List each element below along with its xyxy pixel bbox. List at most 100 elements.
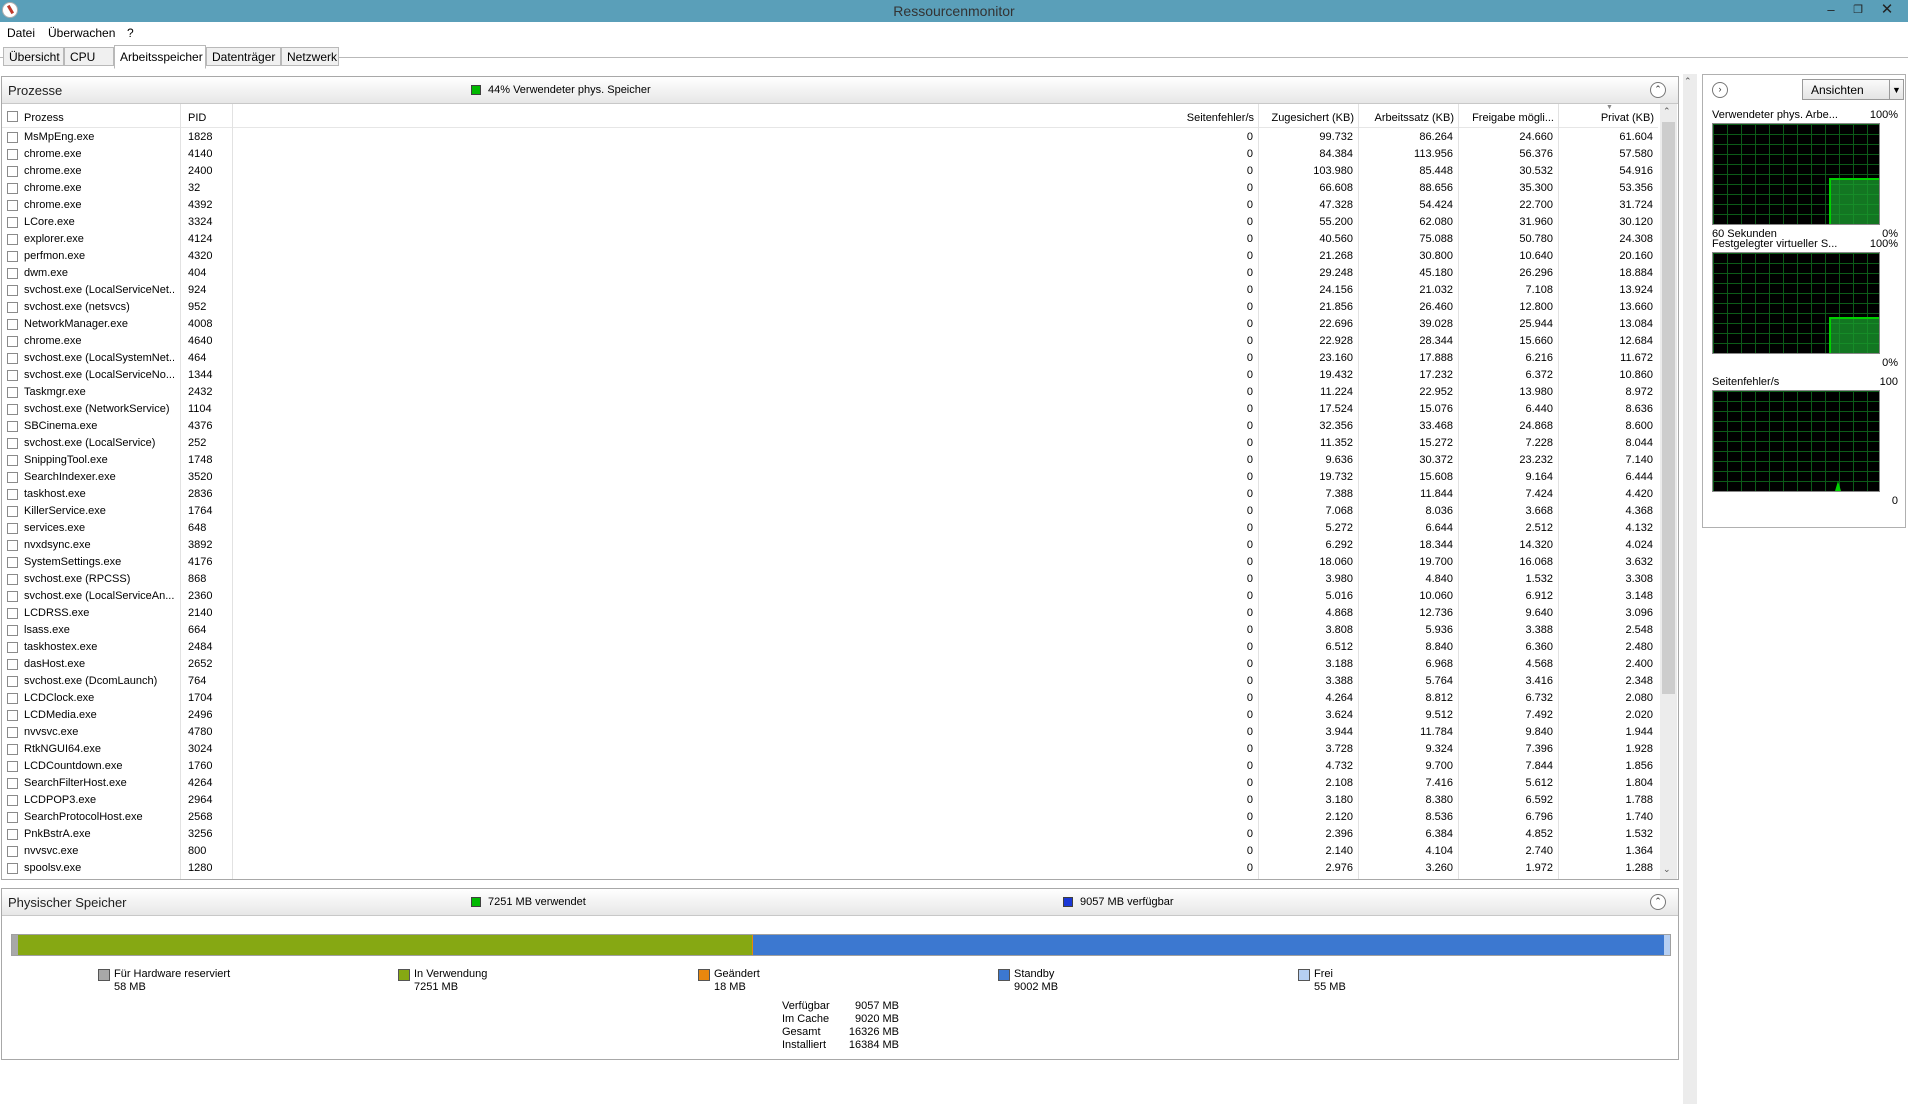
table-row[interactable]: lsass.exe 664 0 3.808 5.936 3.388 2.548 [0, 622, 1660, 639]
table-row[interactable]: KillerService.exe 1764 0 7.068 8.036 3.668 4.3… [0, 503, 1660, 520]
table-row[interactable]: SearchProtocolHost.exe 2568 0 2.120 8.536 6.7… [0, 809, 1660, 826]
table-row[interactable]: chrome.exe 4392 0 47.328 54.424 22.700 31.724 [0, 197, 1660, 214]
row-checkbox[interactable] [7, 285, 18, 296]
physical-memory-header[interactable] [2, 889, 1678, 916]
expand-panel-icon[interactable]: › [1712, 82, 1728, 98]
table-row[interactable]: taskhostex.exe 2484 0 6.512 8.840 6.360 2.480 [0, 639, 1660, 656]
row-checkbox[interactable] [7, 523, 18, 534]
tab-netzwerk[interactable]: Netzwerk [281, 47, 339, 66]
row-checkbox[interactable] [7, 693, 18, 704]
tab-cpu[interactable]: CPU [64, 47, 114, 66]
tab-arbeitsspeicher[interactable]: Arbeitsspeicher [114, 45, 206, 69]
row-checkbox[interactable] [7, 574, 18, 585]
table-row[interactable]: SnippingTool.exe 1748 0 9.636 30.372 23.232 7.… [0, 452, 1660, 469]
col-seitenfehler[interactable]: Seitenfehler/s [1160, 111, 1254, 125]
page-scrollbar[interactable] [1683, 74, 1697, 1104]
col-prozess[interactable]: Prozess [24, 111, 64, 125]
table-row[interactable]: taskhost.exe 2836 0 7.388 11.844 7.424 4.420 [0, 486, 1660, 503]
row-checkbox[interactable] [7, 591, 18, 602]
processes-header[interactable] [2, 77, 1678, 104]
table-row[interactable]: svchost.exe (DcomLaunch) 764 0 3.388 5.764 3.… [0, 673, 1660, 690]
row-checkbox[interactable] [7, 387, 18, 398]
table-row[interactable]: dwm.exe 404 0 29.248 45.180 26.296 18.884 [0, 265, 1660, 282]
row-checkbox[interactable] [7, 336, 18, 347]
table-row[interactable]: LCDClock.exe 1704 0 4.264 8.812 6.732 2.080 [0, 690, 1660, 707]
table-row[interactable]: NetworkManager.exe 4008 0 22.696 39.028 25.94… [0, 316, 1660, 333]
views-dropdown-icon[interactable]: ▼ [1890, 79, 1904, 100]
tab-datentraeger[interactable]: Datenträger [206, 47, 281, 66]
page-scroll-up-icon[interactable]: ⌃ [1684, 76, 1692, 87]
row-checkbox[interactable] [7, 404, 18, 415]
menu-datei[interactable]: Datei [7, 25, 35, 41]
row-checkbox[interactable] [7, 217, 18, 228]
table-row[interactable]: svchost.exe (netsvcs) 952 0 21.856 26.460 12.… [0, 299, 1660, 316]
row-checkbox[interactable] [7, 625, 18, 636]
table-row[interactable]: chrome.exe 32 0 66.608 88.656 35.300 53.356 [0, 180, 1660, 197]
minimize-icon[interactable]: – [1816, 0, 1846, 20]
table-row[interactable]: SystemSettings.exe 4176 0 18.060 19.700 16.06… [0, 554, 1660, 571]
row-checkbox[interactable] [7, 761, 18, 772]
row-checkbox[interactable] [7, 200, 18, 211]
row-checkbox[interactable] [7, 846, 18, 857]
row-checkbox[interactable] [7, 659, 18, 670]
table-row[interactable]: dasHost.exe 2652 0 3.188 6.968 4.568 2.400 [0, 656, 1660, 673]
menu-ueberwachen[interactable]: Überwachen [48, 25, 115, 41]
table-row[interactable]: SBCinema.exe 4376 0 32.356 33.468 24.868 8.600 [0, 418, 1660, 435]
table-row[interactable]: svchost.exe (LocalSystemNet... 464 0 23.160… [0, 350, 1660, 367]
table-row[interactable]: chrome.exe 4640 0 22.928 28.344 15.660 12.684 [0, 333, 1660, 350]
tab-uebersicht[interactable]: Übersicht [3, 47, 64, 66]
table-row[interactable]: LCDMedia.exe 2496 0 3.624 9.512 7.492 2.020 [0, 707, 1660, 724]
row-checkbox[interactable] [7, 421, 18, 432]
row-checkbox[interactable] [7, 302, 18, 313]
row-checkbox[interactable] [7, 251, 18, 262]
scroll-down-icon[interactable]: ⌄ [1663, 864, 1671, 875]
row-checkbox[interactable] [7, 710, 18, 721]
table-row[interactable]: nvvsvc.exe 4780 0 3.944 11.784 9.840 1.944 [0, 724, 1660, 741]
row-checkbox[interactable] [7, 506, 18, 517]
row-checkbox[interactable] [7, 744, 18, 755]
table-row[interactable]: svchost.exe (LocalServiceNo... 1344 0 19.43… [0, 367, 1660, 384]
table-row[interactable]: LCDCountdown.exe 1760 0 4.732 9.700 7.844 1.85… [0, 758, 1660, 775]
close-icon[interactable]: ✕ [1872, 0, 1902, 20]
table-row[interactable]: RtkNGUI64.exe 3024 0 3.728 9.324 7.396 1.928 [0, 741, 1660, 758]
row-checkbox[interactable] [7, 268, 18, 279]
col-pid[interactable]: PID [188, 111, 206, 125]
row-checkbox[interactable] [7, 608, 18, 619]
collapse-processes-icon[interactable]: ⌃ [1650, 82, 1666, 98]
table-row[interactable]: SearchFilterHost.exe 4264 0 2.108 7.416 5.612… [0, 775, 1660, 792]
table-row[interactable]: chrome.exe 4140 0 84.384 113.956 56.376 57.580 [0, 146, 1660, 163]
row-checkbox[interactable] [7, 489, 18, 500]
table-row[interactable]: svchost.exe (LocalService) 252 0 11.352 15.2… [0, 435, 1660, 452]
table-row[interactable]: chrome.exe 2400 0 103.980 85.448 30.532 54.916 [0, 163, 1660, 180]
table-row[interactable]: SearchIndexer.exe 3520 0 19.732 15.608 9.164 6… [0, 469, 1660, 486]
col-zugesichert[interactable]: Zugesichert (KB) [1256, 111, 1354, 125]
table-row[interactable]: svchost.exe (LocalServiceAn... 2360 0 5.016… [0, 588, 1660, 605]
table-row[interactable]: svchost.exe (LocalServiceNet... 924 0 24.15… [0, 282, 1660, 299]
table-row[interactable]: svchost.exe (NetworkService) 1104 0 17.524 1… [0, 401, 1660, 418]
table-row[interactable]: spoolsv.exe 1280 0 2.976 3.260 1.972 1.288 [0, 860, 1660, 877]
row-checkbox[interactable] [7, 472, 18, 483]
table-row[interactable]: LCDRSS.exe 2140 0 4.868 12.736 9.640 3.096 [0, 605, 1660, 622]
table-row[interactable]: perfmon.exe 4320 0 21.268 30.800 10.640 20.160 [0, 248, 1660, 265]
scroll-up-icon[interactable]: ⌃ [1663, 106, 1671, 117]
row-checkbox[interactable] [7, 540, 18, 551]
col-freigabe[interactable]: Freigabe mögli... [1456, 111, 1554, 125]
collapse-physical-icon[interactable]: ⌃ [1650, 894, 1666, 910]
row-checkbox[interactable] [7, 795, 18, 806]
restore-icon[interactable]: ❐ [1843, 0, 1873, 20]
table-row[interactable]: Taskmgr.exe 2432 0 11.224 22.952 13.980 8.972 [0, 384, 1660, 401]
row-checkbox[interactable] [7, 234, 18, 245]
col-arbeitssatz[interactable]: Arbeitssatz (KB) [1356, 111, 1454, 125]
row-checkbox[interactable] [7, 778, 18, 789]
col-privat[interactable]: Privat (KB) [1556, 111, 1654, 125]
table-row[interactable]: nvvsvc.exe 800 0 2.140 4.104 2.740 1.364 [0, 843, 1660, 860]
views-button[interactable]: Ansichten [1802, 79, 1890, 100]
row-checkbox[interactable] [7, 676, 18, 687]
row-checkbox[interactable] [7, 812, 18, 823]
table-row[interactable]: PnkBstrA.exe 3256 0 2.396 6.384 4.852 1.532 [0, 826, 1660, 843]
table-row[interactable]: LCore.exe 3324 0 55.200 62.080 31.960 30.120 [0, 214, 1660, 231]
table-row[interactable]: nvxdsync.exe 3892 0 6.292 18.344 14.320 4.024 [0, 537, 1660, 554]
row-checkbox[interactable] [7, 353, 18, 364]
table-row[interactable]: LCDPOP3.exe 2964 0 3.180 8.380 6.592 1.788 [0, 792, 1660, 809]
row-checkbox[interactable] [7, 829, 18, 840]
